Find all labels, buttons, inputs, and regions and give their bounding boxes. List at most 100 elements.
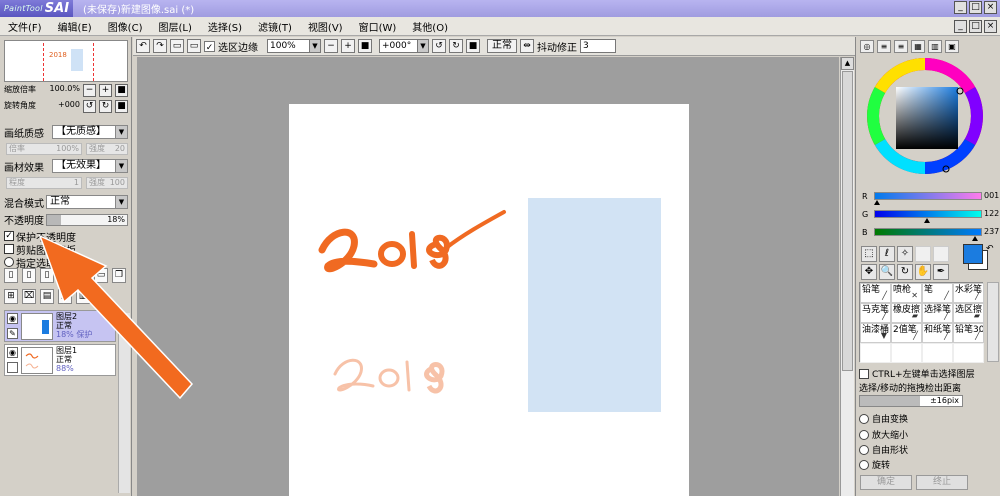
layer-scrollbar[interactable] (118, 313, 130, 493)
foreground-color-swatch[interactable] (963, 244, 983, 264)
hand-icon[interactable]: ✋ (915, 264, 931, 280)
blend-mode-dropdown[interactable]: 正常 ▼ (46, 195, 128, 209)
r-value[interactable]: 001 (984, 191, 999, 200)
chevron-up-icon[interactable]: ▲ (841, 57, 854, 70)
doc-maximize-icon[interactable]: □ (969, 20, 982, 33)
flip-icon[interactable]: ⇹ (520, 39, 534, 53)
close-icon[interactable]: × (984, 1, 997, 14)
rotate-reset-icon[interactable]: ■ (115, 100, 128, 113)
delete-layer-icon[interactable]: ▤ (40, 289, 54, 304)
stop-button[interactable]: 终止 (916, 475, 968, 490)
select-source-checkbox[interactable]: 指定选取来源 (4, 256, 76, 270)
scale-radio[interactable]: 放大缩小 (859, 428, 908, 441)
paper-texture-dropdown[interactable]: 【无质感】 ▼ (52, 125, 128, 139)
zoom-value[interactable]: 100.0% (49, 84, 80, 96)
hsv-slider-tab-icon[interactable]: ≡ (894, 40, 908, 53)
brush-marker[interactable]: 马克笔 ╱ (860, 303, 891, 323)
menu-window[interactable]: 窗口(W) (351, 19, 405, 34)
color-wheel[interactable] (866, 57, 984, 175)
rotate-right-icon[interactable]: ↻ (99, 100, 112, 113)
layer-item-1[interactable]: ◉ 图层1 正常 88% (4, 344, 116, 376)
zoom-reset-icon[interactable]: ■ (358, 39, 372, 53)
menu-image[interactable]: 图像(C) (100, 19, 151, 34)
layer-item-2[interactable]: ◉ ✎ 图层2 正常 18% 保护 (4, 310, 116, 342)
menu-layer[interactable]: 图层(L) (150, 19, 199, 34)
eye-icon[interactable]: ◉ (7, 313, 18, 324)
brush-eraser[interactable]: 橡皮擦 ▰ (891, 303, 922, 323)
mode-button[interactable]: 正常 (487, 39, 517, 53)
rgb-slider-tab-icon[interactable]: ≡ (877, 40, 891, 53)
color-wheel-tab-icon[interactable]: ◎ (860, 40, 874, 53)
rotate-view-icon[interactable]: ↻ (897, 264, 913, 280)
new-linework-icon[interactable]: ▯ (40, 268, 54, 283)
swatches-tab-icon[interactable]: ▦ (911, 40, 925, 53)
zoom-icon[interactable]: 🔍 (879, 264, 895, 280)
selection-edge-checkbox[interactable]: ✓ (204, 40, 215, 53)
scratchpad-tab-icon[interactable]: ▥ (928, 40, 942, 53)
r-gradient-bar[interactable] (874, 192, 982, 200)
doc-close-icon[interactable]: × (984, 20, 997, 33)
menu-select[interactable]: 选择(S) (200, 19, 250, 34)
brush-bucket[interactable]: 油漆桶 ▼ (860, 323, 891, 343)
navigator-preview[interactable]: 2018 (4, 40, 128, 82)
rotate-left-icon[interactable]: ↺ (432, 39, 446, 53)
b-slider-handle[interactable] (972, 236, 978, 241)
palette-tab-icon[interactable]: ▣ (945, 40, 959, 53)
stabilizer-dropdown[interactable]: 3 (580, 39, 616, 53)
brush-pencil30[interactable]: 铅笔30 ╱ (953, 323, 984, 343)
zoom-out-icon[interactable]: − (324, 39, 338, 53)
clear-layer-icon[interactable]: ⌧ (22, 289, 36, 304)
menu-file[interactable]: 文件(F) (0, 19, 50, 34)
lasso-icon[interactable]: ℓ (879, 246, 895, 262)
brush-binary[interactable]: 2值笔 ╱ (891, 323, 922, 343)
canvas-area[interactable] (137, 57, 839, 496)
brush-washi[interactable]: 和纸笔 ╱ (922, 323, 953, 343)
new-folder-icon[interactable]: ▭ (58, 268, 72, 283)
eye-icon[interactable]: ◉ (7, 347, 18, 358)
layer-tool-icon[interactable]: ▤ (58, 289, 72, 304)
zoom-in-icon[interactable]: + (99, 84, 112, 97)
brush-pen[interactable]: 笔 ╱ (922, 283, 953, 303)
r-slider-handle[interactable] (874, 200, 880, 205)
pen-icon[interactable] (7, 362, 18, 373)
empty-brush-slot[interactable] (953, 343, 984, 363)
drag-distance-slider[interactable]: ±16pix (859, 395, 963, 407)
brush-scrollbar[interactable] (987, 282, 999, 362)
minimize-icon[interactable]: _ (954, 1, 967, 14)
ctrl-select-checkbox[interactable]: CTRL+左键单击选择图层 (859, 367, 975, 380)
rotate-reset-icon[interactable]: ■ (466, 39, 480, 53)
scrollbar-thumb[interactable] (842, 71, 853, 371)
new-layer-icon[interactable]: ▯ (4, 268, 18, 283)
zoom-in-icon[interactable]: + (341, 39, 355, 53)
angle-value[interactable]: +000 (58, 100, 80, 112)
free-shape-radio[interactable]: 自由形状 (859, 443, 908, 456)
menu-view[interactable]: 视图(V) (300, 19, 351, 34)
menu-filter[interactable]: 滤镜(T) (250, 19, 300, 34)
b-value[interactable]: 237 (984, 227, 999, 236)
brush-select-eraser[interactable]: 选区擦 ▰ (953, 303, 984, 323)
magic-wand-icon[interactable]: ✧ (897, 246, 913, 262)
trash-icon[interactable]: ▥ (76, 289, 90, 304)
opacity-slider[interactable]: 18% (46, 214, 128, 226)
layer-tool-icon[interactable]: ▭ (94, 268, 108, 283)
menu-other[interactable]: 其他(O) (404, 19, 456, 34)
g-slider-handle[interactable] (924, 218, 930, 223)
canvas-paper[interactable] (289, 104, 689, 496)
g-gradient-bar[interactable] (874, 210, 982, 218)
pen-icon[interactable]: ✎ (7, 328, 18, 339)
rotate-radio[interactable]: 旋转 (859, 458, 890, 471)
eyedropper-icon[interactable]: ✒ (933, 264, 949, 280)
rect-select-icon[interactable]: ⬚ (861, 246, 877, 262)
deselect-icon[interactable]: ▭ (170, 39, 184, 53)
merge-down-icon[interactable]: ⊞ (4, 289, 18, 304)
maximize-icon[interactable]: □ (969, 1, 982, 14)
empty-brush-slot[interactable] (891, 343, 922, 363)
doc-minimize-icon[interactable]: _ (954, 20, 967, 33)
ok-button[interactable]: 确定 (860, 475, 912, 490)
free-transform-radio[interactable]: 自由变换 (859, 412, 908, 425)
undo-icon[interactable]: ↶ (136, 39, 150, 53)
brush-pencil[interactable]: 铅笔 ╱ (860, 283, 891, 303)
rotate-left-icon[interactable]: ↺ (83, 100, 96, 113)
empty-brush-slot[interactable] (860, 343, 891, 363)
clip-group-checkbox[interactable]: 剪贴图层蒙板 (4, 243, 76, 257)
